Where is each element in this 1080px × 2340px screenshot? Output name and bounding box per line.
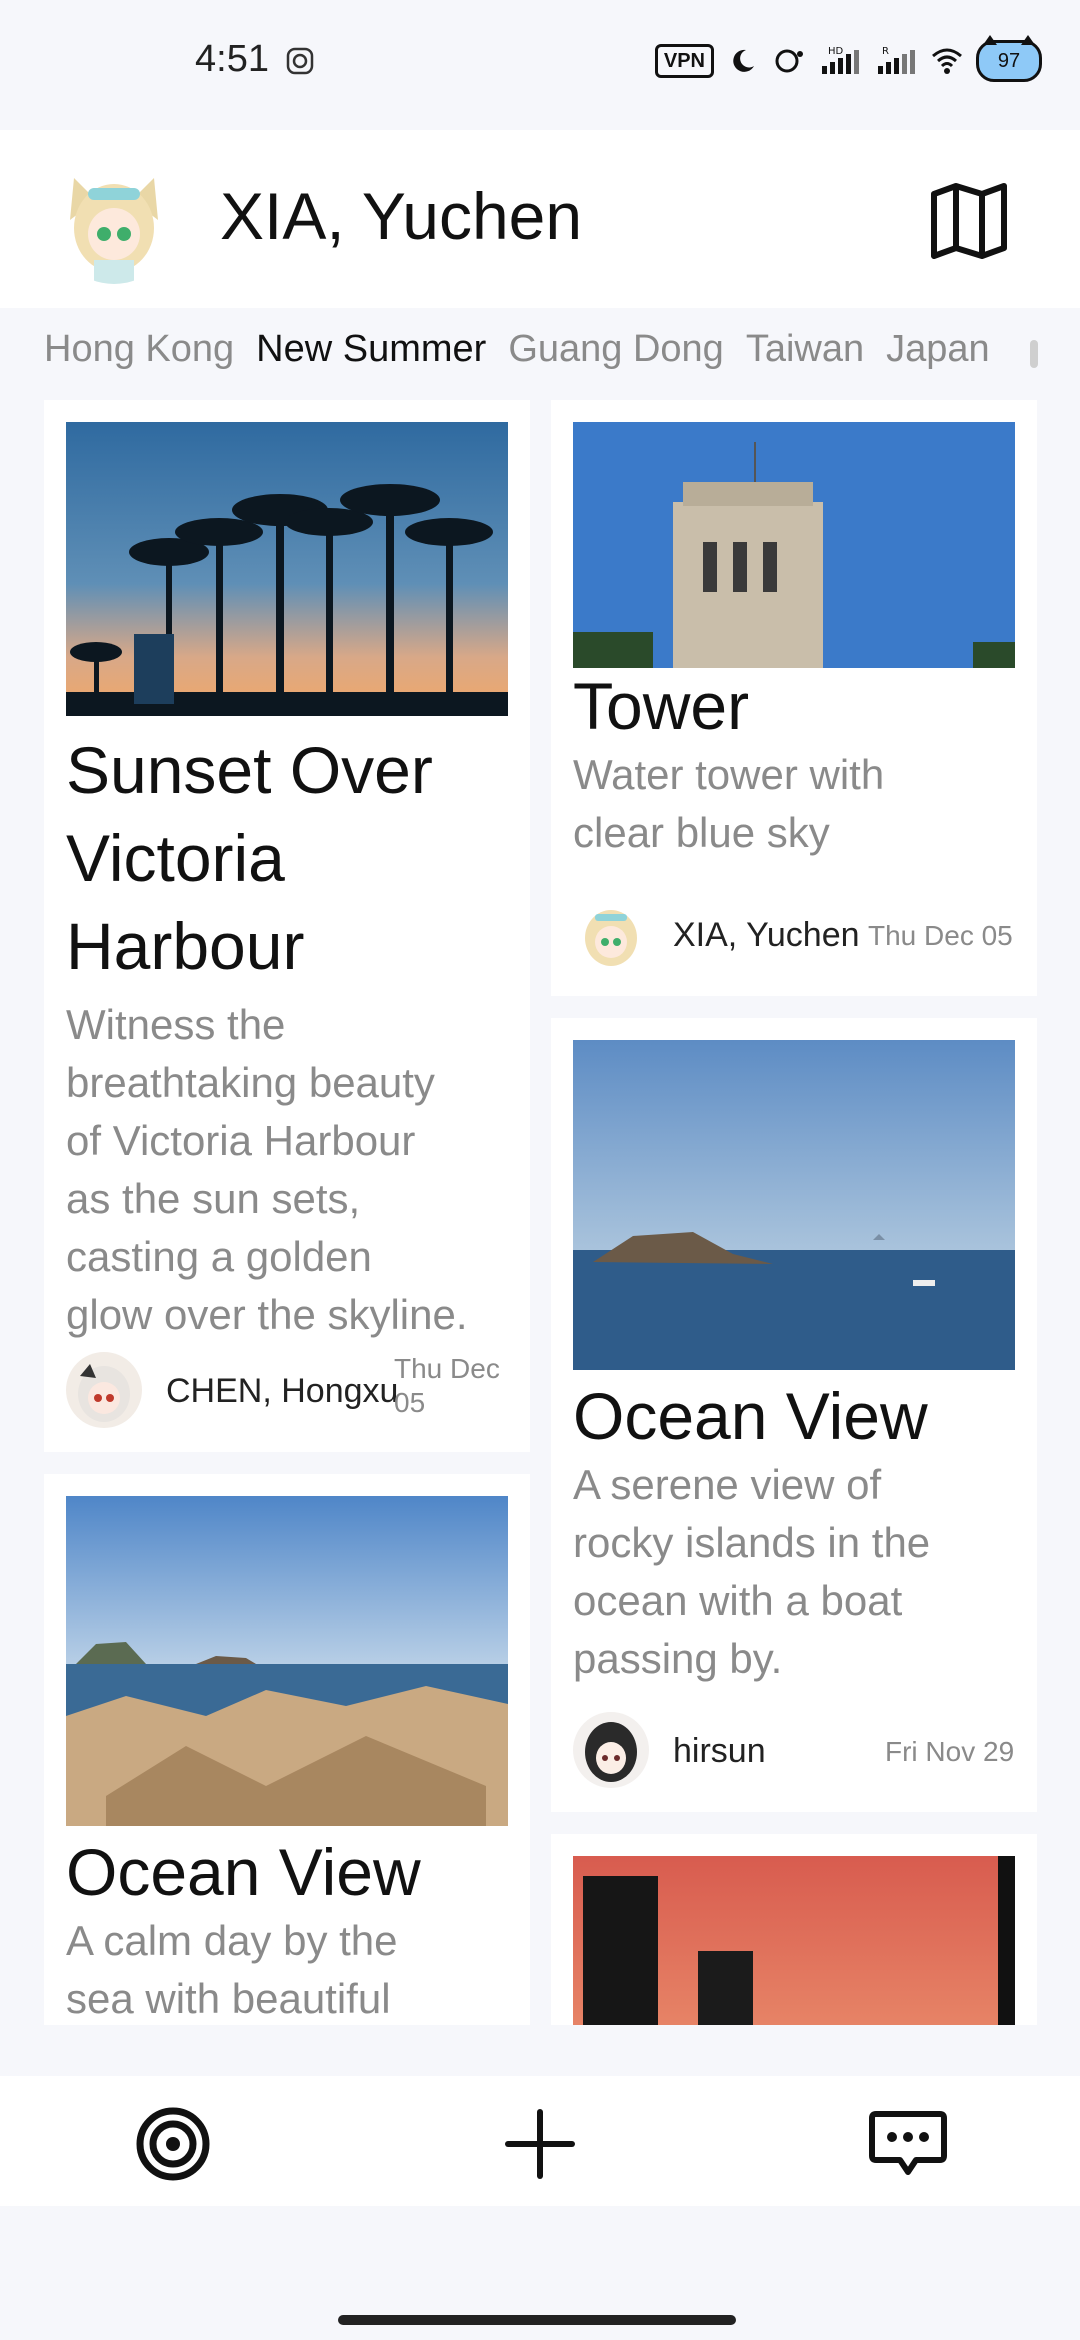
- map-icon[interactable]: [928, 180, 1010, 262]
- svg-text:R: R: [882, 46, 889, 57]
- signal-hd-icon: HD: [822, 46, 859, 74]
- post-date: Fri Nov 29: [885, 1736, 1015, 1767]
- post-card-tower[interactable]: Tower Water tower with clear blue sky XI…: [551, 400, 1037, 996]
- post-image: [66, 422, 508, 716]
- chat-icon[interactable]: [868, 2104, 948, 2184]
- tab-taiwan[interactable]: Taiwan: [746, 328, 864, 384]
- post-title: Ocean View: [66, 1835, 421, 1909]
- status-time: 4:51: [195, 38, 269, 80]
- wifi-icon: [932, 48, 962, 74]
- header-user-name: XIA, Yuchen: [220, 179, 583, 253]
- plus-icon[interactable]: [500, 2104, 580, 2184]
- svg-text:HD: HD: [828, 46, 844, 57]
- post-title: Ocean View: [573, 1379, 928, 1453]
- tab-japan[interactable]: Japan: [886, 328, 990, 384]
- app-header: XIA, Yuchen: [0, 130, 1080, 308]
- signal-r-icon: R: [878, 46, 915, 74]
- target-icon[interactable]: [133, 2104, 213, 2184]
- vpn-badge: VPN: [654, 44, 714, 78]
- post-date: Thu Dec 05: [868, 920, 1013, 951]
- tab-guang-dong[interactable]: Guang Dong: [508, 328, 724, 384]
- post-title: Tower: [573, 669, 750, 743]
- author-name: hirsun: [673, 1732, 766, 1770]
- post-description: Witness the breathtaking beauty of Victo…: [66, 1001, 468, 1338]
- post-card-ocean-right[interactable]: Ocean View A serene view of rocky island…: [551, 1018, 1037, 1812]
- post-description: A calm day by the sea with beautiful: [66, 1917, 398, 2022]
- user-avatar[interactable]: [52, 160, 176, 284]
- author-avatar[interactable]: [573, 1712, 649, 1788]
- post-description: A serene view of rocky islands in the oc…: [573, 1461, 931, 1682]
- post-feed[interactable]: Sunset Over Victoria Harbour Witness the…: [0, 400, 1080, 2025]
- screen-record-icon: [286, 47, 314, 75]
- author-name: XIA, Yuchen: [673, 916, 860, 954]
- post-title: Sunset Over Victoria Harbour: [66, 733, 433, 983]
- post-card-city-sunset[interactable]: [551, 1834, 1037, 2025]
- post-card-ocean-left[interactable]: Ocean View A calm day by the sea with be…: [44, 1474, 530, 2025]
- author-name: CHEN, Hongxu: [166, 1372, 399, 1410]
- battery-indicator: 97: [976, 35, 1042, 82]
- post-image: [573, 1856, 1015, 2025]
- post-card-sunset[interactable]: Sunset Over Victoria Harbour Witness the…: [44, 400, 530, 1452]
- tab-new-summer[interactable]: New Summer: [256, 328, 486, 384]
- home-indicator[interactable]: [338, 2315, 736, 2325]
- category-tabs: Hong Kong New Summer Guang Dong Taiwan J…: [44, 328, 1044, 384]
- bottom-navigation: [0, 2076, 1080, 2206]
- post-image: [573, 422, 1015, 668]
- post-date: Thu Dec 05: [394, 1353, 500, 1418]
- author-avatar[interactable]: [66, 1352, 142, 1428]
- status-icons: VPN HD R 97: [654, 35, 1042, 82]
- alarm-icon: [775, 49, 803, 73]
- status-bar: 4:51 VPN HD R 97: [0, 0, 1080, 130]
- post-image: [66, 1496, 508, 1826]
- author-avatar[interactable]: [573, 896, 649, 972]
- post-image: [573, 1040, 1015, 1370]
- tabs-overflow-indicator: [1030, 340, 1038, 368]
- tab-hong-kong[interactable]: Hong Kong: [44, 328, 234, 384]
- moon-icon: [733, 49, 754, 72]
- post-description: Water tower with clear blue sky: [573, 751, 885, 856]
